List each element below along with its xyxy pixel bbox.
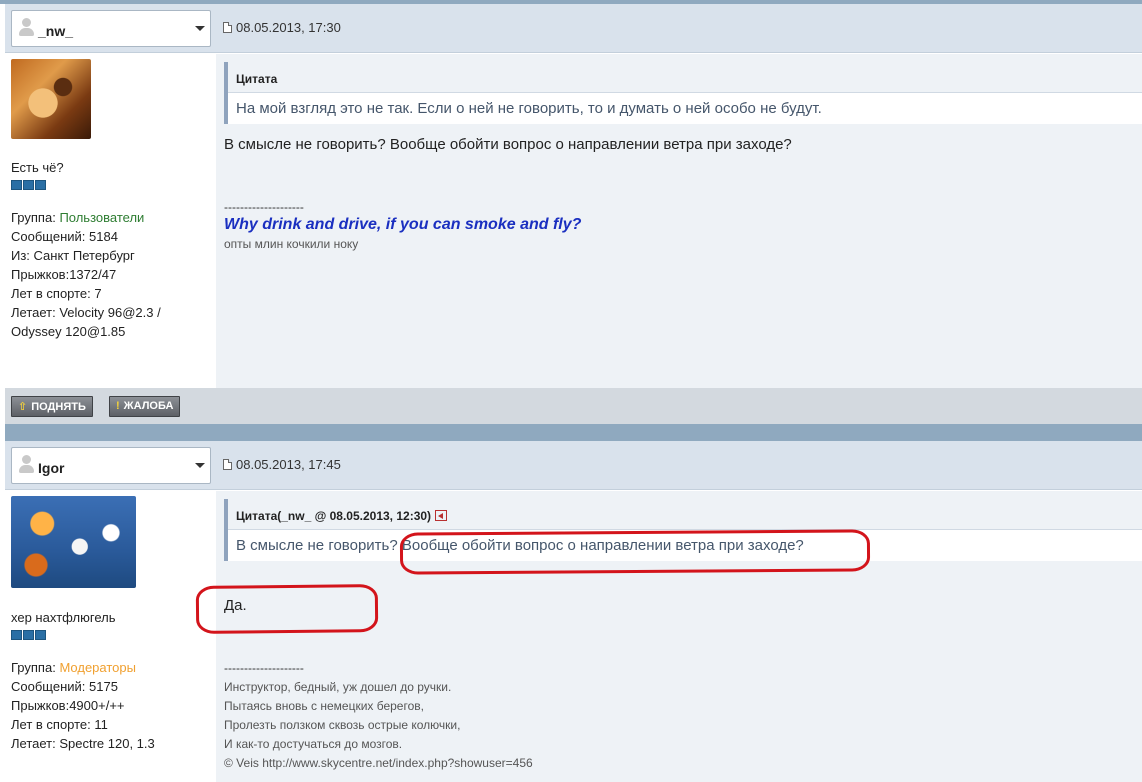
user-stats: Группа: Пользователи Сообщений: 5184 Из:…	[11, 208, 211, 341]
signature-line: Пытаясь вновь с немецких берегов,	[224, 699, 424, 713]
quote-header: Цитата(_nw_ @ 08.05.2013, 12:30)	[228, 499, 1142, 530]
post-text: Да.	[224, 597, 247, 614]
quote-header: Цитата	[228, 62, 1142, 93]
signature-line: И как-то достучаться до мозгов.	[224, 737, 403, 751]
avatar	[11, 496, 136, 588]
user-silhouette-icon	[18, 454, 34, 474]
group-link[interactable]: Пользователи	[59, 210, 144, 225]
jumps-count: Прыжков:4900+/++	[11, 698, 125, 713]
report-label: ЖАЛОБА	[123, 400, 174, 412]
user-menu-dropdown[interactable]: Igor	[11, 447, 211, 484]
user-info-column: хер нахтфлюгель Группа: Модераторы Сообщ…	[5, 491, 215, 782]
flies-canopy: Летает: Spectre 120, 1.3	[11, 736, 155, 751]
years-in-sport: Лет в спорте: 11	[11, 717, 108, 732]
signature-lines: Инструктор, бедный, уж дошел до ручки. П…	[224, 678, 533, 773]
quote-text: На мой взгляд это не так. Если о ней не …	[236, 100, 822, 117]
post-body: Цитата(_nw_ @ 08.05.2013, 12:30) В смысл…	[216, 491, 1142, 782]
document-icon	[223, 459, 232, 470]
post-username: Igor	[38, 460, 65, 476]
signature-line: © Veis http://www.skycentre.net/index.ph…	[224, 756, 533, 770]
messages-count: Сообщений: 5175	[11, 679, 118, 694]
post-date-text: 08.05.2013, 17:30	[236, 20, 341, 35]
post-date[interactable]: 08.05.2013, 17:30	[223, 20, 341, 35]
avatar	[11, 59, 91, 139]
forum-post: Igor 08.05.2013, 17:45 хер нахтфлюгель Г…	[5, 441, 1142, 782]
quote-text-part: Вообще обойти вопрос о направлении ветра…	[401, 537, 804, 554]
back-arrow-icon[interactable]	[435, 510, 448, 521]
post-header: Igor 08.05.2013, 17:45	[5, 441, 1142, 490]
report-button[interactable]: ! ЖАЛОБА	[109, 396, 181, 417]
signature-sub: опты млин кочкили ноку	[224, 237, 359, 251]
group-label: Группа:	[11, 210, 60, 225]
group-label: Группа:	[11, 660, 60, 675]
years-in-sport: Лет в спорте: 7	[11, 286, 102, 301]
user-menu-dropdown[interactable]: _nw_	[11, 10, 211, 47]
signature-line: Пролезть ползком сквозь острые колючки,	[224, 718, 461, 732]
user-silhouette-icon	[18, 17, 34, 37]
user-title: Есть чё?	[11, 160, 64, 175]
post-body: Цитата На мой взгляд это не так. Если о …	[216, 54, 1142, 388]
document-icon	[223, 22, 232, 33]
user-location: Из: Санкт Петербург	[11, 248, 135, 263]
bump-up-button[interactable]: ⇧ ПОДНЯТЬ	[11, 396, 93, 417]
quote-block: Цитата(_nw_ @ 08.05.2013, 12:30) В смысл…	[224, 499, 1142, 561]
quote-header-text: Цитата(_nw_ @ 08.05.2013, 12:30)	[236, 509, 432, 523]
post-header: _nw_ 08.05.2013, 17:30	[5, 4, 1142, 53]
user-info-column: Есть чё? Группа: Пользователи Сообщений:…	[5, 54, 215, 388]
signature-line: Инструктор, бедный, уж дошел до ручки.	[224, 680, 452, 694]
messages-count: Сообщений: 5184	[11, 229, 118, 244]
bump-up-label: ПОДНЯТЬ	[31, 401, 86, 413]
post-date-text: 08.05.2013, 17:45	[236, 457, 341, 472]
rank-pips	[11, 628, 47, 640]
chevron-down-icon	[195, 463, 205, 468]
flies-canopy-2: Odyssey 120@1.85	[11, 324, 126, 339]
post-username: _nw_	[38, 23, 74, 39]
quote-text: В смысле не говорить? Вообще обойти вопр…	[228, 530, 1142, 561]
rank-pips	[11, 178, 47, 190]
exclamation-icon: !	[116, 400, 120, 412]
signature-divider: --------------------	[224, 661, 304, 675]
forum-post: _nw_ 08.05.2013, 17:30 Есть чё? Группа: …	[5, 4, 1142, 388]
post-text: В смысле не говорить? Вообще обойти вопр…	[224, 136, 792, 153]
up-arrow-icon: ⇧	[18, 401, 28, 413]
user-title: хер нахтфлюгель	[11, 610, 116, 625]
post-date[interactable]: 08.05.2013, 17:45	[223, 457, 341, 472]
user-stats: Группа: Модераторы Сообщений: 5175 Прыжк…	[11, 658, 211, 753]
signature-divider: --------------------	[224, 200, 304, 214]
post-footer: ⇧ ПОДНЯТЬ ! ЖАЛОБА	[5, 388, 1142, 424]
chevron-down-icon	[195, 26, 205, 31]
jumps-count: Прыжков:1372/47	[11, 267, 117, 282]
signature-main: Why drink and drive, if you can smoke an…	[224, 216, 582, 233]
group-link[interactable]: Модераторы	[59, 660, 136, 675]
post-separator	[5, 424, 1142, 441]
flies-canopy: Летает: Velocity 96@2.3 /	[11, 305, 161, 320]
quote-text-part: В смысле не говорить?	[236, 537, 402, 554]
quote-block: Цитата На мой взгляд это не так. Если о …	[224, 62, 1142, 124]
